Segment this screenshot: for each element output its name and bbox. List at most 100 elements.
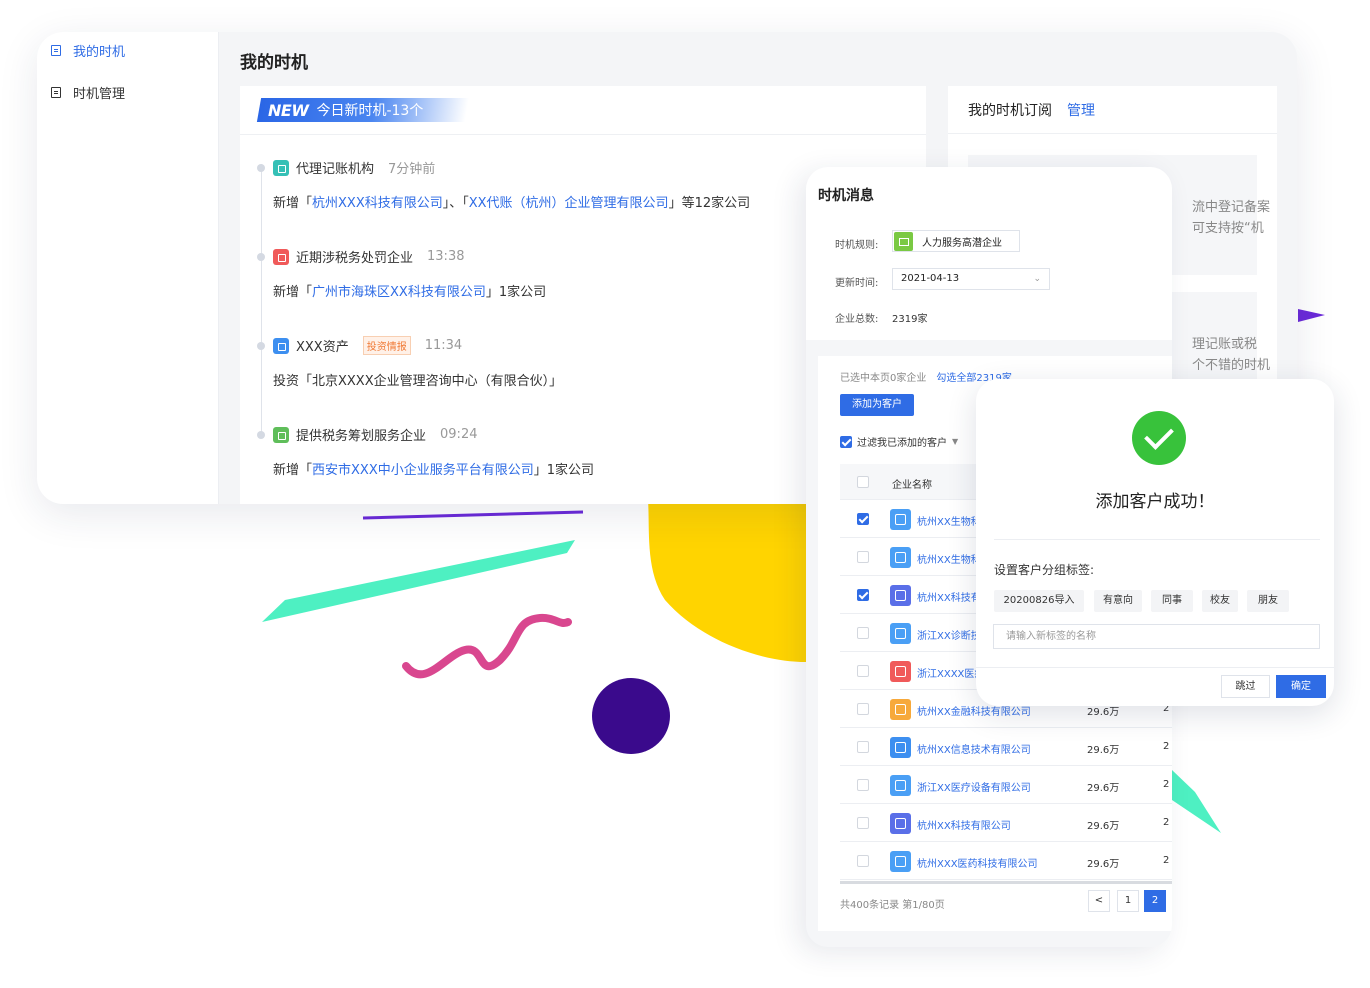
selected-count: 已选中本页0家企业 [840, 373, 927, 384]
row-checkbox[interactable] [857, 627, 869, 639]
description-text: 」等12家公司 [668, 196, 751, 211]
company-name-link[interactable]: 杭州XXX医药科技有限公司 [917, 855, 1038, 870]
registered-capital: 29.6万 [1087, 745, 1120, 756]
row-checkbox[interactable] [857, 855, 869, 867]
timeline-title[interactable]: 提供税务筹划服务企业 [296, 425, 426, 444]
description-text: 新增「 [273, 463, 313, 478]
subscription-text: 流中登记备案 可支持按“机 [1192, 197, 1270, 239]
purple-line-shape [362, 510, 584, 520]
table-row[interactable]: 杭州XX科技有限公司 29.6万 2 [840, 804, 1172, 842]
company-name-link[interactable]: 杭州XX信息技术有限公司 [917, 741, 1031, 756]
pagination-summary: 共400条记录 第1/80页 [840, 900, 945, 911]
subscription-title: 我的时机订阅 [968, 102, 1052, 119]
company-logo-icon [890, 547, 911, 568]
purple-dot-shape [592, 678, 670, 754]
timeline-title[interactable]: 代理记账机构 [296, 158, 374, 177]
company-link[interactable]: 杭州XXX科技有限公司 [312, 196, 443, 211]
add-as-customer-button[interactable]: 添加为客户 [840, 394, 914, 416]
page-button-2[interactable]: 2 [1144, 890, 1166, 912]
company-link[interactable]: 西安市XXX中小企业服务平台有限公司 [312, 463, 534, 478]
today-count: 今日新时机-13个 [316, 103, 424, 119]
feed-header: NEW 今日新时机-13个 [240, 86, 926, 135]
filter-label: 过滤我已添加的客户 [857, 438, 947, 449]
service-icon [273, 426, 289, 443]
row-checkbox[interactable] [857, 513, 869, 525]
row-checkbox[interactable] [857, 779, 869, 791]
select-all-checkbox[interactable] [857, 476, 869, 488]
timeline-description: 投资「北京XXXX企业管理咨询中心（有限合伙）」 [273, 370, 562, 389]
purple-triangle-shape [1298, 309, 1325, 322]
building-icon [890, 737, 911, 758]
rule-icon [894, 231, 913, 251]
row-checkbox[interactable] [857, 551, 869, 563]
caret-down-icon[interactable]: ▼ [952, 437, 958, 446]
company-link[interactable]: XX代账（杭州）企业管理有限公司 [469, 196, 669, 211]
established-date: 2 [1163, 779, 1170, 790]
description-text: 投资「北京XXXX企业管理咨询中心（有限合伙）」 [273, 374, 563, 389]
timeline-title[interactable]: 近期涉税务处罚企业 [296, 247, 413, 266]
page-button-1[interactable]: 1 [1117, 890, 1139, 912]
skip-button[interactable]: 跳过 [1221, 675, 1270, 698]
globe-icon [890, 813, 911, 834]
row-checkbox[interactable] [857, 741, 869, 753]
tag-option[interactable]: 朋友 [1247, 590, 1289, 612]
company-name-link[interactable]: 杭州XX生物科 [917, 513, 981, 528]
tag-option[interactable]: 校友 [1202, 590, 1238, 612]
table-row[interactable]: 杭州XXX医药科技有限公司 29.6万 2 [840, 842, 1172, 880]
update-date-select[interactable]: 2021-04-13 ⌄ [892, 268, 1050, 290]
company-name-link[interactable]: 浙江XXXX医疗 [917, 665, 984, 680]
company-logo-icon [890, 775, 911, 796]
timeline-title[interactable]: XXX资产 [296, 336, 349, 355]
rule-value: 人力服务高潜企业 [922, 237, 1002, 249]
sidebar-item-opportunity-management[interactable]: 时机管理 [51, 82, 125, 102]
timeline-description: 新增「杭州XXX科技有限公司」、「XX代账（杭州）企业管理有限公司」等12家公司 [273, 192, 750, 211]
tag-option[interactable]: 有意向 [1094, 590, 1142, 612]
divider [976, 667, 1334, 668]
panel-title: 时机消息 [818, 188, 874, 204]
company-logo-icon [890, 623, 911, 644]
asset-icon [273, 337, 289, 354]
dialog-title: 添加客户成功！ [1095, 492, 1215, 512]
sidebar: 我的时机 时机管理 [37, 32, 219, 504]
new-tag-input[interactable]: 请输入新标签的名称 [993, 624, 1320, 649]
add-customer-success-dialog: 添加客户成功！ 设置客户分组标签: 20200826导入 有意向 同事 校友 朋… [976, 379, 1334, 706]
prev-page-button[interactable]: < [1088, 890, 1110, 912]
table-row[interactable]: 浙江XX医疗设备有限公司 29.6万 2 [840, 766, 1172, 804]
filter-added-customers[interactable]: 过滤我已添加的客户 ▼ [840, 434, 958, 449]
established-date: 2 [1163, 855, 1170, 866]
update-label: 更新时间: [835, 278, 879, 289]
horizontal-scrollbar[interactable] [840, 881, 1172, 884]
row-checkbox[interactable] [857, 589, 869, 601]
confirm-button[interactable]: 确定 [1276, 675, 1326, 698]
rule-field[interactable]: 人力服务高潜企业 [892, 230, 1020, 252]
row-checkbox[interactable] [857, 703, 869, 715]
tag-option[interactable]: 同事 [1151, 590, 1193, 612]
manage-link[interactable]: 管理 [1067, 100, 1095, 120]
company-name-link[interactable]: 杭州XX科技有限公司 [917, 817, 1011, 832]
timeline-dot [257, 342, 265, 350]
company-name-link[interactable]: 浙江XX医疗设备有限公司 [917, 779, 1031, 794]
company-name-link[interactable]: 杭州XX生物科 [917, 551, 981, 566]
total-value: 2319家 [892, 314, 928, 325]
pink-squiggle-shape [402, 613, 572, 679]
page-title: 我的时机 [240, 53, 308, 73]
timeline-header: XXX资产 投资情报 11:34 [273, 336, 462, 355]
company-link[interactable]: 广州市海珠区XX科技有限公司 [312, 285, 486, 300]
divider [994, 539, 1320, 540]
subscription-text-line: 理记账或税 [1192, 337, 1258, 352]
document-icon [51, 44, 61, 56]
timeline-header: 近期涉税务处罚企业 13:38 [273, 247, 464, 266]
sidebar-item-my-opportunities[interactable]: 我的时机 [51, 40, 125, 60]
registered-capital: 29.6万 [1087, 821, 1120, 832]
timeline-time: 7分钟前 [388, 162, 436, 177]
description-text: 新增「 [273, 196, 313, 211]
company-name-link[interactable]: 浙江XX诊断技 [917, 627, 981, 642]
company-name-link[interactable]: 杭州XX科技有 [917, 589, 981, 604]
company-logo-icon [890, 509, 911, 530]
filter-checkbox[interactable] [840, 435, 852, 448]
table-row[interactable]: 杭州XX信息技术有限公司 29.6万 2 [840, 728, 1172, 766]
subscription-text-line: 流中登记备案 [1192, 200, 1271, 215]
row-checkbox[interactable] [857, 665, 869, 677]
row-checkbox[interactable] [857, 817, 869, 829]
tag-option[interactable]: 20200826导入 [994, 590, 1084, 612]
